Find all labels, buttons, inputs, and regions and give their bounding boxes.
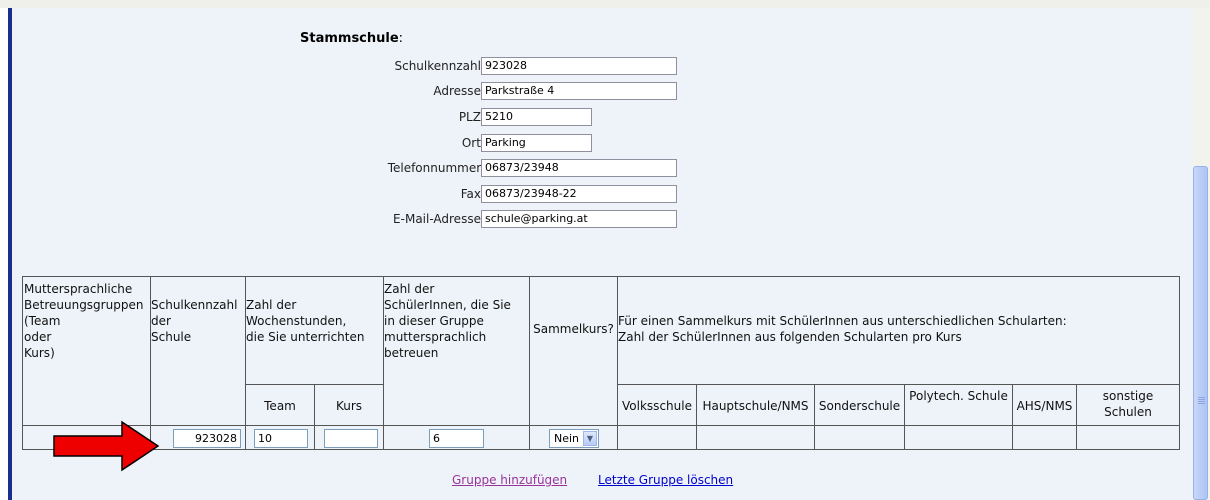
field-row-fax: Fax: 06873/23948-22 (0, 184, 1210, 204)
schulkennzahl-input[interactable]: 923028 (481, 57, 677, 75)
row-schulkennzahl-input[interactable]: 923028 (173, 429, 241, 448)
row-team-input[interactable]: 10 (254, 429, 308, 448)
header-schueler: Zahl der SchülerInnen, die Sie in dieser… (384, 282, 511, 360)
add-group-link[interactable]: Gruppe hinzufügen (452, 473, 567, 487)
header-sammelkurs: Sammelkurs? (533, 322, 614, 336)
header-sonstige: sonstige Schulen (1102, 389, 1154, 419)
row-schueler-input[interactable]: 6 (429, 429, 484, 448)
field-row-plz: PLZ: 5210 (0, 107, 1210, 127)
telefon-input[interactable]: 06873/23948 (481, 159, 677, 177)
section-title: Stammschule: (300, 31, 404, 46)
scrollbar-thumb[interactable] (1193, 166, 1208, 500)
header-hauptschule: Hauptschule/NMS (702, 399, 809, 413)
field-row-email: E-Mail-Adresse: schule@parking.at (0, 209, 1210, 229)
email-input[interactable]: schule@parking.at (481, 210, 677, 228)
field-row-adresse: Adresse: Parkstraße 4 (0, 81, 1210, 101)
field-label: Adresse: (433, 84, 485, 98)
delete-group-link[interactable]: Letzte Gruppe löschen (598, 473, 733, 487)
header-polytech: Polytech. Schule (909, 389, 1008, 403)
header-betreuungsgruppen: Muttersprachliche Betreuungsgruppen (Tea… (24, 282, 144, 360)
chevron-down-icon: ▼ (583, 431, 597, 446)
fax-input[interactable]: 06873/23948-22 (481, 185, 677, 203)
field-label: Telefonnummer: (387, 161, 485, 175)
header-sammelkurs-info: Für einen Sammelkurs mit SchülerInnen au… (618, 314, 1067, 344)
field-row-ort: Ort: Parking (0, 133, 1210, 153)
ort-input[interactable]: Parking (481, 134, 592, 152)
field-label: Schulkennzahl: (394, 59, 485, 73)
sammelkurs-select[interactable]: Nein ▼ (549, 429, 599, 448)
header-team: Team (264, 399, 296, 413)
groups-table: Muttersprachliche Betreuungsgruppen (Tea… (22, 276, 1180, 450)
header-wochenstunden: Zahl der Wochenstunden, die Sie unterric… (246, 298, 365, 344)
scrollbar-grip-icon (1198, 397, 1205, 398)
header-schulkennzahl: Schulkennzahl der Schule (151, 298, 238, 344)
vertical-scrollbar[interactable] (1192, 8, 1210, 500)
header-kurs: Kurs (335, 399, 363, 413)
adresse-input[interactable]: Parkstraße 4 (481, 82, 677, 100)
header-ahs-nms: AHS/NMS (1016, 399, 1073, 413)
header-volksschule: Volksschule (622, 399, 692, 413)
plz-input[interactable]: 5210 (481, 108, 592, 126)
field-row-telefon: Telefonnummer: 06873/23948 (0, 158, 1210, 178)
pointer-arrow-icon (53, 420, 160, 472)
row-kurs-input[interactable] (324, 429, 378, 448)
header-sonderschule: Sonderschule (818, 399, 901, 413)
field-label: E-Mail-Adresse: (393, 212, 485, 226)
field-row-schulkennzahl: Schulkennzahl: 923028 (0, 56, 1210, 76)
top-edge (0, 0, 1210, 8)
